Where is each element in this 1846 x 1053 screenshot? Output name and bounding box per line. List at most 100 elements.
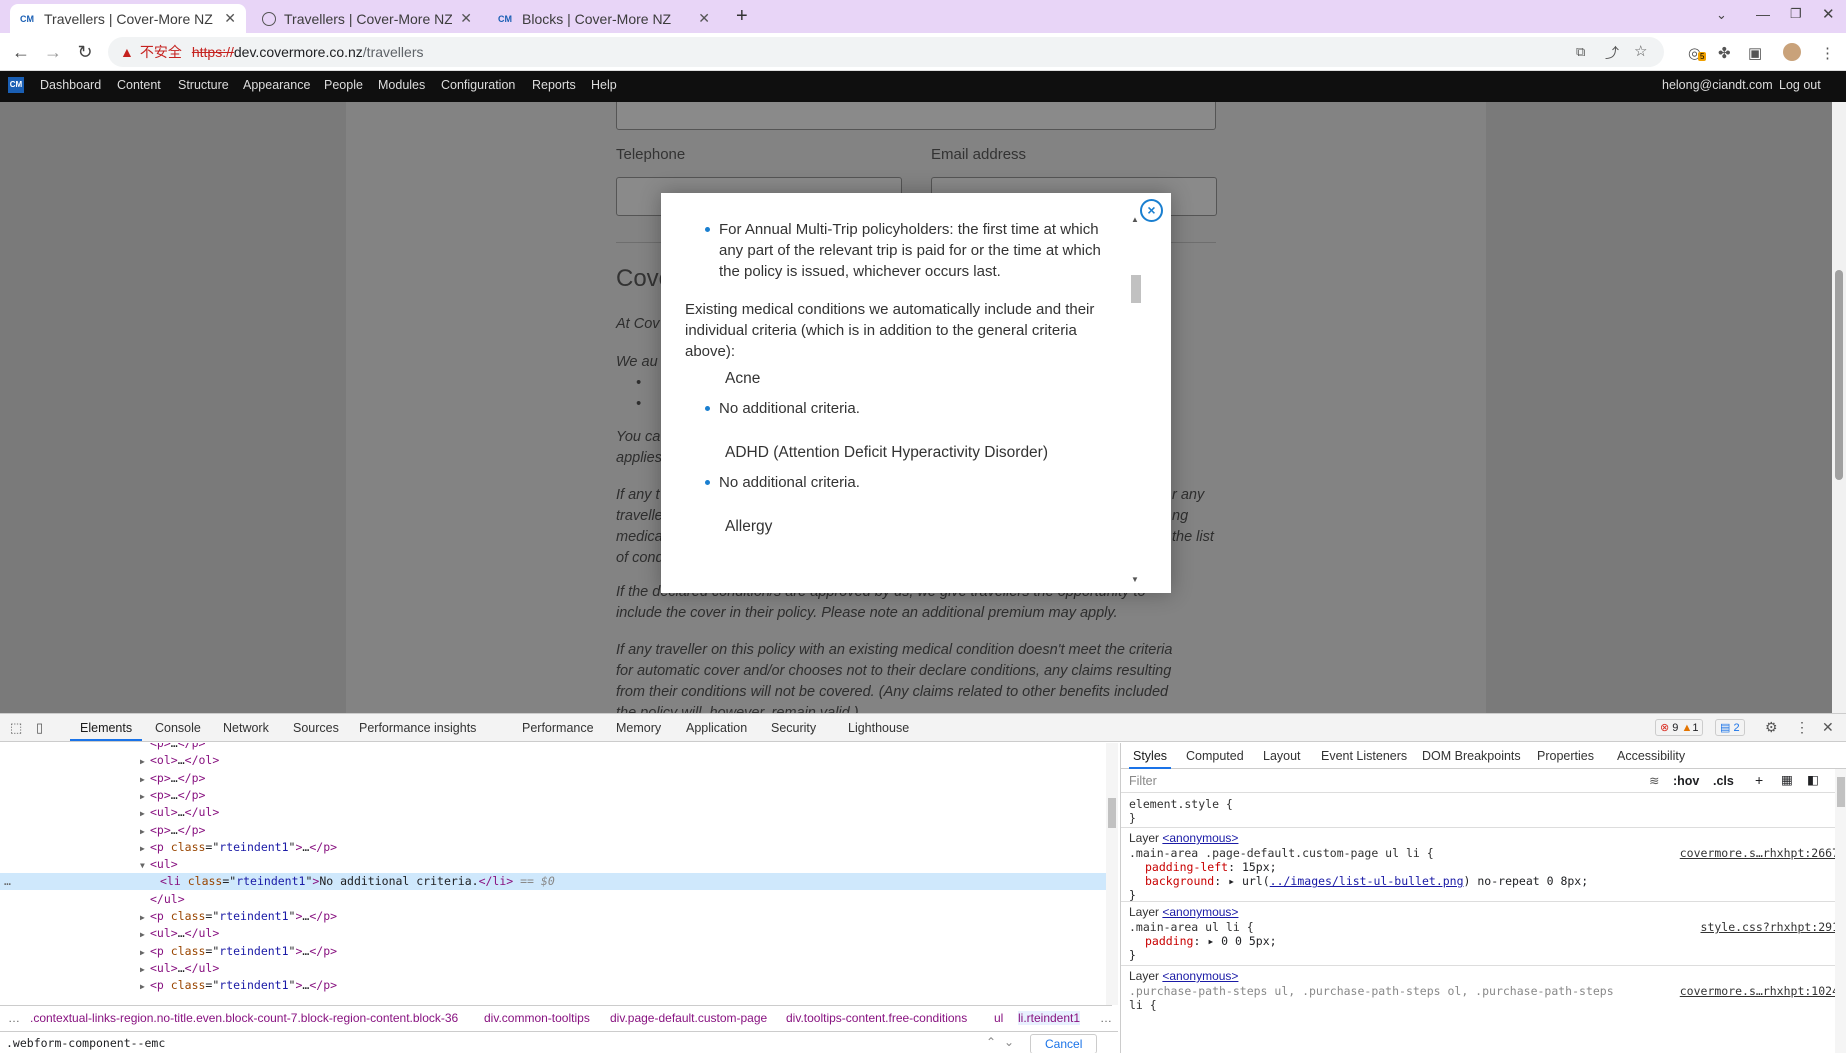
breadcrumb-item[interactable]: .contextual-links-region.no-title.even.b…	[30, 1011, 458, 1025]
modal-scrollbar-thumb[interactable]	[1131, 275, 1141, 303]
more-options-icon[interactable]: ⋮	[1795, 719, 1809, 736]
menu-dashboard[interactable]: Dashboard	[40, 78, 101, 92]
layer-link[interactable]: <anonymous>	[1162, 905, 1238, 919]
expand-triangle-icon[interactable]: ▶	[140, 961, 150, 978]
menu-help[interactable]: Help	[591, 78, 617, 92]
rule-selector[interactable]: .purchase-path-steps ul, .purchase-path-…	[1129, 984, 1649, 998]
scrollbar-thumb[interactable]	[1837, 777, 1845, 807]
styles-filter-input[interactable]: Filter	[1129, 774, 1157, 788]
back-icon[interactable]: ←	[10, 41, 32, 63]
messages-counter[interactable]: ▤ 2	[1715, 719, 1745, 736]
computed-styles-icon[interactable]: ▦	[1781, 772, 1793, 787]
dom-node-line[interactable]: ▶ <ul>…</ul>	[0, 925, 1106, 942]
tab-search-icon[interactable]: ⌄	[1716, 7, 1727, 23]
menu-content[interactable]: Content	[117, 78, 161, 92]
breadcrumb-ellipsis[interactable]: …	[1100, 1011, 1112, 1025]
scroll-up-icon[interactable]: ▲	[1131, 215, 1139, 224]
tab-event-listeners[interactable]: Event Listeners	[1321, 749, 1407, 763]
tab-security[interactable]: Security	[771, 721, 816, 735]
scroll-down-icon[interactable]: ▼	[1131, 575, 1139, 584]
search-next-icon[interactable]: ⌄	[1004, 1035, 1014, 1049]
bookmark-star-icon[interactable]: ☆	[1634, 42, 1647, 60]
toggle-rendering-icon[interactable]: ≋	[1649, 773, 1659, 788]
source-link[interactable]: covermore.s…rhxhpt:2667	[1680, 846, 1839, 860]
site-logo[interactable]: CM	[8, 77, 24, 93]
rule-declaration[interactable]: padding-left: 15px;	[1129, 860, 1839, 874]
restore-icon[interactable]: ❐	[1790, 6, 1802, 22]
profile-avatar[interactable]	[1783, 43, 1801, 61]
source-link[interactable]: covermore.s…rhxhpt:1024	[1680, 984, 1839, 998]
dom-search-input[interactable]: .webform-component--emc	[6, 1036, 165, 1050]
dom-tree-scrollbar[interactable]	[1106, 743, 1118, 1005]
breadcrumb-item[interactable]: ul	[994, 1011, 1003, 1025]
device-toolbar-icon[interactable]: ▯	[36, 720, 43, 736]
menu-structure[interactable]: Structure	[178, 78, 229, 92]
dom-node-line[interactable]: ▶ <p>…</p>	[0, 770, 1106, 787]
browser-tab-1[interactable]: CM Travellers | Cover-More NZ ✕	[10, 4, 246, 33]
dom-node-line[interactable]: ▶ <p class="rteindent1">…</p>	[0, 943, 1106, 960]
menu-configuration[interactable]: Configuration	[441, 78, 515, 92]
browser-menu-icon[interactable]: ⋮	[1820, 44, 1835, 62]
tab-application[interactable]: Application	[686, 721, 747, 735]
tab-computed[interactable]: Computed	[1186, 749, 1244, 763]
user-email[interactable]: helong@ciandt.com	[1662, 78, 1773, 92]
extension-icon[interactable]: ◎ 5	[1688, 44, 1707, 62]
source-link[interactable]: style.css?rhxhpt:291	[1701, 920, 1839, 934]
search-cancel-button[interactable]: Cancel	[1030, 1034, 1098, 1053]
tab-dom-breakpoints[interactable]: DOM Breakpoints	[1422, 749, 1521, 763]
dom-node-line[interactable]: ▼ <ul>	[0, 856, 1106, 873]
tab-performance-insights[interactable]: Performance insights	[359, 721, 476, 735]
dom-node-line[interactable]: ▶ <p class="rteindent1">…</p>	[0, 839, 1106, 856]
menu-reports[interactable]: Reports	[532, 78, 576, 92]
search-prev-icon[interactable]: ⌃	[986, 1035, 996, 1049]
browser-tab-2[interactable]: Travellers | Cover-More NZ ✕	[252, 4, 482, 33]
security-warning[interactable]: 不安全	[140, 42, 182, 62]
new-tab-button[interactable]: +	[736, 5, 748, 28]
layer-link[interactable]: <anonymous>	[1162, 969, 1238, 983]
menu-people[interactable]: People	[324, 78, 363, 92]
close-devtools-icon[interactable]: ✕	[1822, 719, 1834, 736]
tab-elements[interactable]: Elements	[80, 721, 132, 735]
expand-triangle-icon[interactable]: ▶	[140, 978, 150, 995]
tab-close-icon[interactable]: ✕	[460, 10, 472, 27]
expand-triangle-icon[interactable]: ▶	[140, 788, 150, 805]
tab-lighthouse[interactable]: Lighthouse	[848, 721, 909, 735]
expand-triangle-icon[interactable]: ▶	[140, 771, 150, 788]
address-bar[interactable]: ▲ 不安全 https:// dev.covermore.co.nz /trav…	[108, 37, 1664, 67]
tab-performance[interactable]: Performance	[522, 721, 594, 735]
css-url-link[interactable]: ../images/list-ul-bullet.png	[1270, 874, 1464, 888]
puzzle-extensions-icon[interactable]: ✤	[1718, 44, 1731, 62]
tab-sources[interactable]: Sources	[293, 721, 339, 735]
dom-node-line[interactable]: … <li class="rteindent1">No additional cr…	[0, 873, 1106, 891]
dom-node-line[interactable]: </ul>	[0, 891, 1106, 908]
breadcrumb-item[interactable]: div.page-default.custom-page	[610, 1011, 767, 1025]
tab-properties[interactable]: Properties	[1537, 749, 1594, 763]
dom-node-line[interactable]: ▶ <p>…</p>	[0, 787, 1106, 804]
page-scrollbar-thumb[interactable]	[1835, 270, 1843, 480]
breadcrumb-item[interactable]: div.common-tooltips	[484, 1011, 590, 1025]
dom-node-line[interactable]: ▶ <ul>…</ul>	[0, 804, 1106, 821]
tab-close-icon[interactable]: ✕	[224, 10, 236, 27]
dom-node-line[interactable]: ▶ <p class="rteindent1">…</p>	[0, 977, 1106, 994]
form-input-previous[interactable]	[616, 102, 1216, 130]
rule-declaration[interactable]: padding: ▸ 0 0 5px;	[1129, 934, 1839, 948]
sidebar-toggle-icon[interactable]: ◧	[1807, 772, 1819, 787]
rule-declaration[interactable]: background: ▸ url(../images/list-ul-bull…	[1129, 874, 1839, 888]
cls-toggle[interactable]: .cls	[1713, 774, 1734, 788]
breadcrumb-item-selected[interactable]: li.rteindent1	[1018, 1011, 1081, 1025]
tab-accessibility[interactable]: Accessibility	[1617, 749, 1685, 763]
tab-network[interactable]: Network	[223, 721, 269, 735]
expand-triangle-icon[interactable]: ▶	[140, 823, 150, 840]
scrollbar-thumb[interactable]	[1108, 798, 1116, 828]
menu-modules[interactable]: Modules	[378, 78, 425, 92]
element-style-selector[interactable]: element.style {	[1129, 797, 1233, 811]
issues-counter[interactable]: ⊗ 9 ▲1	[1655, 719, 1704, 736]
tab-console[interactable]: Console	[155, 721, 201, 735]
styles-scrollbar[interactable]	[1835, 769, 1846, 1053]
settings-gear-icon[interactable]: ⚙	[1765, 719, 1778, 736]
tab-memory[interactable]: Memory	[616, 721, 661, 735]
inspect-element-icon[interactable]: ⬚	[10, 720, 22, 736]
collapse-triangle-icon[interactable]: ▼	[140, 857, 150, 874]
new-rule-icon[interactable]: +	[1755, 772, 1763, 788]
expand-triangle-icon[interactable]: ▶	[140, 753, 150, 770]
